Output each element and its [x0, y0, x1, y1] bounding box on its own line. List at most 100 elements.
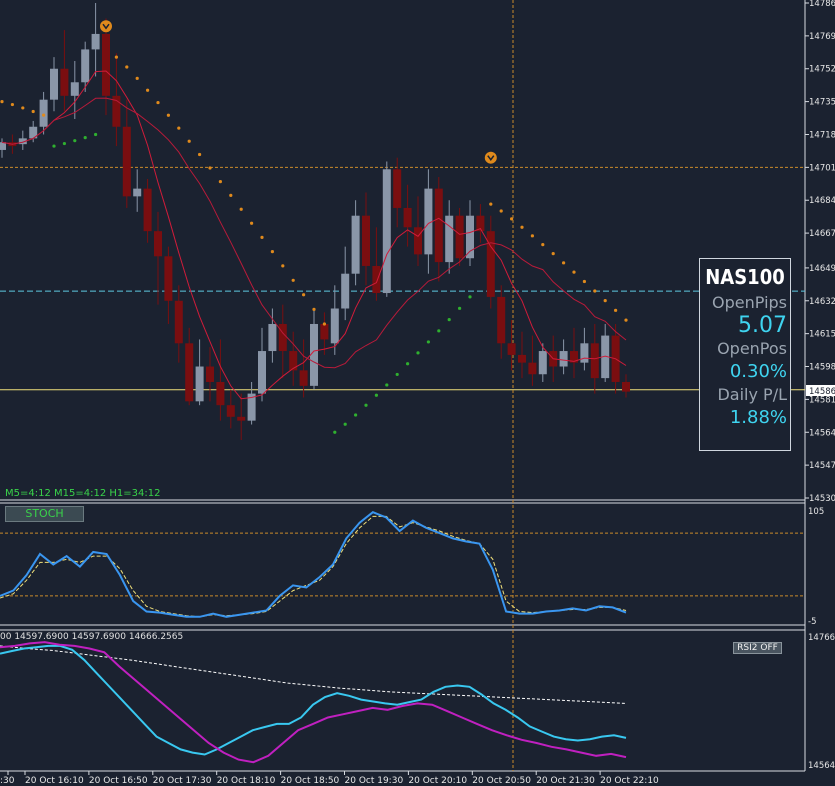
sar-dot-top — [229, 193, 233, 197]
sar-dot-top — [322, 322, 326, 326]
candle-body — [206, 366, 214, 382]
price-tick-label: 14752 — [809, 65, 835, 75]
sar-dot-bottom — [333, 430, 337, 434]
candle-body — [195, 366, 204, 402]
sar-dot-top — [177, 126, 181, 130]
fractal-marker-icon — [100, 20, 112, 33]
candle-body — [164, 256, 173, 301]
candle-body — [455, 215, 464, 259]
stoch-button[interactable]: STOCH — [5, 506, 84, 522]
candle-body — [278, 323, 287, 352]
candle-body — [258, 351, 266, 394]
sar-dot-top — [281, 264, 285, 268]
timeframe-countdown: M5=4:12 M15=4:12 H1=34:12 — [5, 488, 161, 499]
sar-dot-top — [218, 180, 222, 184]
sar-dot-top — [260, 235, 264, 239]
sar-dot-bottom — [468, 295, 472, 299]
candle-body — [122, 126, 131, 197]
candle-body — [154, 231, 162, 257]
sar-dot-top — [572, 270, 576, 274]
rsi-fast-line — [0, 641, 627, 764]
sar-dot-top — [146, 88, 150, 92]
sar-dot-top — [208, 166, 212, 170]
time-tick-label: 20 Oct 20:10 — [408, 776, 467, 786]
open-pips-value: 5.07 — [738, 313, 787, 338]
candle-body — [289, 351, 298, 371]
sar-dot-top — [250, 221, 254, 225]
candle-body — [81, 49, 90, 83]
price-tick-label: 14649 — [809, 264, 835, 274]
daily-pl-label: Daily P/L — [717, 385, 787, 404]
sar-dot-bottom — [354, 413, 358, 417]
price-tick-label: 14718 — [809, 130, 835, 140]
price-tick-label: 14735 — [809, 98, 835, 108]
price-tick-label: 14667 — [809, 229, 835, 239]
candle-body — [143, 188, 152, 232]
sar-dot-bottom — [62, 141, 66, 146]
price-tick-label: 14632 — [809, 297, 835, 307]
time-tick-label: 20 Oct 22:10 — [600, 776, 659, 786]
rsi-toggle-button[interactable]: RSI2 OFF — [733, 642, 782, 654]
sar-dot-top — [541, 243, 545, 247]
time-tick-label: 20 Oct 18:10 — [217, 776, 276, 786]
rsi-axis-bottom: 14564. — [808, 761, 835, 771]
info-panel: NAS100 OpenPips 5.07 OpenPos 0.30% Daily… — [699, 258, 791, 451]
candle-body — [445, 215, 454, 263]
price-tick-label: 14615 — [809, 330, 835, 340]
sar-dot-top — [302, 293, 306, 297]
candle-body — [393, 169, 402, 208]
candle-body — [403, 207, 412, 228]
stoch-axis-top: 105 — [808, 507, 824, 517]
sar-dot-bottom — [447, 318, 451, 322]
price-tick-label: 14786 — [809, 0, 835, 9]
sar-dot-top — [291, 278, 295, 282]
sar-dot-bottom — [364, 403, 368, 407]
candle-body — [226, 405, 235, 417]
candle-body — [497, 296, 506, 344]
sar-dot-top — [135, 76, 139, 80]
stoch-d-line — [0, 515, 627, 618]
candle-body — [174, 300, 183, 344]
candle-body — [60, 68, 69, 96]
candle-body — [50, 68, 58, 100]
rsi-values-header: 00 14597.6900 14597.6900 14666.2565 — [0, 632, 184, 642]
sar-dot-top — [0, 100, 4, 104]
sar-dot-bottom — [83, 136, 87, 140]
rsi-panel — [0, 641, 627, 764]
open-pos-value: 0.30% — [729, 361, 787, 382]
sar-dot-top — [31, 109, 35, 114]
sar-dot-bottom — [426, 340, 430, 344]
sar-dot-top — [187, 139, 191, 143]
stoch-axis-bottom: -5 — [808, 617, 816, 627]
sar-dot-top — [562, 261, 566, 265]
sar-dot-bottom — [73, 139, 77, 143]
sar-dot-top — [166, 113, 170, 117]
sar-dot-top — [21, 106, 25, 110]
time-tick-label: 20 Oct 16:50 — [89, 776, 148, 786]
sar-dot-bottom — [458, 306, 462, 310]
candle-body — [216, 381, 225, 406]
candle-body — [299, 370, 308, 386]
rsi-ma-line — [0, 645, 627, 704]
price-tick-label: 14701 — [809, 163, 835, 173]
candle-body — [268, 323, 277, 352]
time-tick-label: 20 Oct 17:30 — [153, 776, 212, 786]
time-tick-label: :30 — [0, 776, 15, 786]
open-pips-label: OpenPips — [712, 293, 787, 312]
price-tick-label: 14598 — [809, 363, 835, 373]
time-tick-label: 20 Oct 20:50 — [472, 776, 531, 786]
candle-body — [372, 265, 381, 294]
candle-body — [185, 343, 194, 402]
stoch-panel — [0, 511, 805, 618]
candle-body — [528, 362, 537, 375]
open-pos-label: OpenPos — [717, 339, 787, 358]
sar-dot-top — [489, 202, 493, 206]
sar-dot-top — [10, 102, 14, 107]
candle-body — [310, 323, 318, 386]
sar-dot-bottom — [416, 351, 420, 355]
candle-body — [518, 354, 526, 363]
sar-dot-bottom — [94, 132, 98, 137]
sar-dot-top — [239, 207, 243, 211]
candle-body — [622, 381, 630, 392]
sar-dot-top — [42, 113, 46, 117]
